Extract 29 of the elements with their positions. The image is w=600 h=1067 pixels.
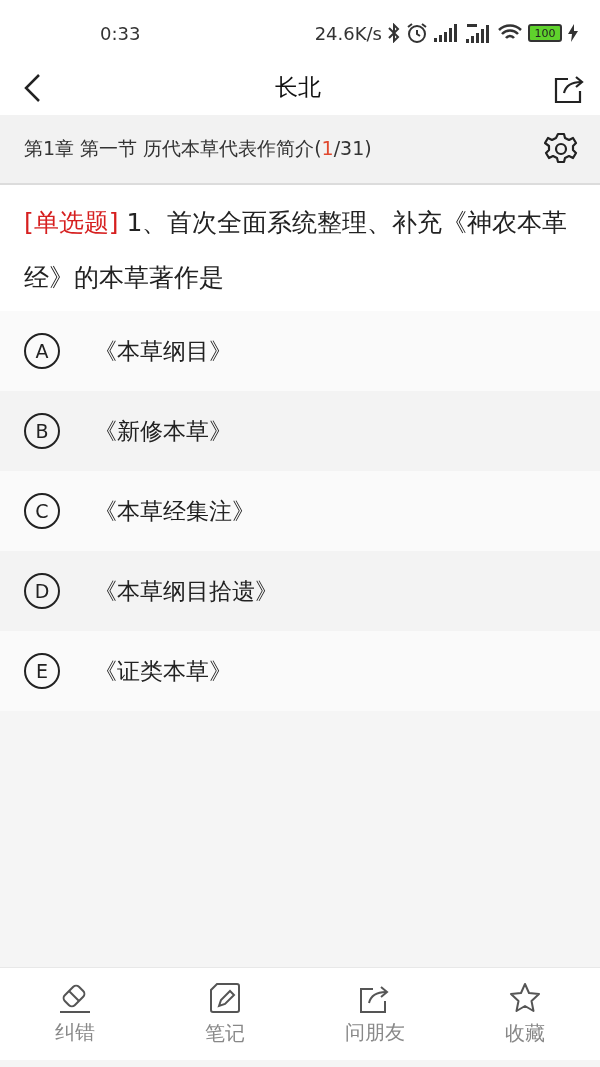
question-text: [单选题] 1、首次全面系统整理、补充《神农本革经》的本草著作是 — [24, 207, 569, 294]
eraser-icon — [59, 982, 91, 1013]
hd-signal-icon — [466, 23, 492, 43]
charging-icon — [568, 24, 578, 42]
option-letter[interactable]: E — [24, 653, 60, 689]
status-time: 0:33 — [100, 22, 142, 44]
option-text: 《本草纲目拾遗》 — [94, 576, 278, 606]
star-icon — [509, 981, 541, 1014]
settings-icon[interactable] — [544, 132, 578, 166]
option-letter[interactable]: B — [24, 413, 60, 449]
option-letter[interactable]: A — [24, 333, 60, 369]
battery-level: 100 — [528, 24, 562, 42]
toolbar-button[interactable]: 收藏 — [450, 968, 600, 1060]
network-speed: 24.6K/s — [314, 22, 382, 44]
page-title: 长北 — [275, 73, 321, 102]
toolbar-button[interactable]: 纠错 — [0, 968, 150, 1060]
signal-icon — [434, 24, 460, 42]
option-text: 《新修本草》 — [94, 416, 232, 446]
alarm-icon — [406, 22, 428, 44]
option-text: 《本草经集注》 — [94, 496, 255, 526]
toolbar-button[interactable]: 问朋友 — [300, 968, 450, 1060]
option-letter[interactable]: D — [24, 573, 60, 609]
option-letter[interactable]: C — [24, 493, 60, 529]
option-text: 《证类本草》 — [94, 656, 232, 686]
pencil-note-icon — [209, 981, 241, 1014]
bluetooth-icon — [388, 23, 400, 43]
option-text: 《本草纲目》 — [94, 336, 232, 366]
toolbar-button[interactable]: 笔记 — [150, 968, 300, 1060]
back-icon[interactable] — [22, 72, 42, 103]
